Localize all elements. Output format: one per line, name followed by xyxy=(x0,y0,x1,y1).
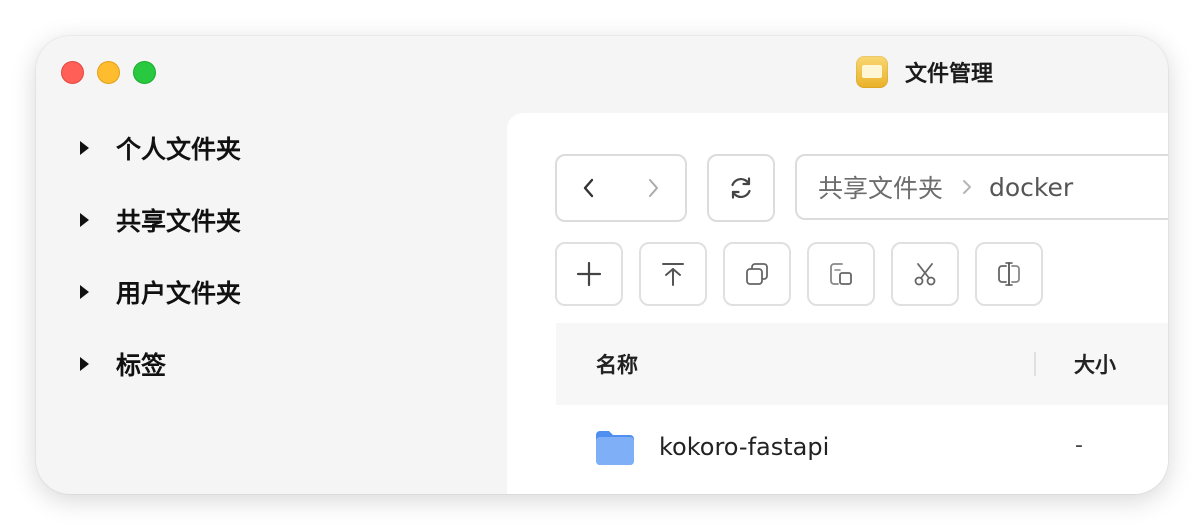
sidebar-item-label: 标签 xyxy=(116,351,167,380)
file-manager-app-icon xyxy=(856,56,888,88)
plus-icon xyxy=(576,261,602,287)
close-window-button[interactable] xyxy=(61,61,84,84)
minimize-window-button[interactable] xyxy=(97,61,120,84)
window-title: 文件管理 xyxy=(905,62,994,87)
sidebar-item-tags[interactable]: 标签 xyxy=(36,328,506,400)
rename-button[interactable] xyxy=(975,242,1043,306)
back-icon xyxy=(583,178,594,198)
forward-button[interactable] xyxy=(621,156,685,220)
paste-icon xyxy=(830,263,852,285)
window-title-bar: 文件管理 xyxy=(856,56,993,88)
sidebar: 个人文件夹 共享文件夹 用户文件夹 标签 xyxy=(36,112,506,400)
folder-icon xyxy=(596,431,634,465)
copy-button[interactable] xyxy=(723,242,791,306)
window-controls xyxy=(61,61,169,84)
breadcrumb: 共享文件夹 docker xyxy=(795,154,1168,220)
breadcrumb-item-current[interactable]: docker xyxy=(989,173,1073,202)
history-nav-group xyxy=(555,154,687,222)
column-header-size[interactable]: 大小 xyxy=(1074,349,1116,379)
back-button[interactable] xyxy=(557,156,621,220)
maximize-window-button[interactable] xyxy=(133,61,156,84)
sidebar-item-label: 用户文件夹 xyxy=(116,279,242,308)
column-divider[interactable] xyxy=(1034,352,1036,376)
caret-right-icon[interactable] xyxy=(80,213,89,227)
file-size: - xyxy=(1075,433,1083,458)
file-name: kokoro-fastapi xyxy=(659,433,830,461)
chevron-right-icon xyxy=(961,177,973,197)
caret-right-icon[interactable] xyxy=(80,285,89,299)
breadcrumb-item-shared-folder[interactable]: 共享文件夹 xyxy=(818,169,943,205)
sidebar-item-label: 个人文件夹 xyxy=(116,135,242,164)
scissors-icon xyxy=(914,263,936,286)
forward-icon xyxy=(649,179,658,197)
new-button[interactable] xyxy=(555,242,623,306)
upload-icon xyxy=(662,263,684,286)
file-table-header: 名称 大小 xyxy=(556,323,1168,405)
column-header-name[interactable]: 名称 xyxy=(596,349,638,379)
sidebar-item-user-folder[interactable]: 用户文件夹 xyxy=(36,256,506,328)
paste-button[interactable] xyxy=(807,242,875,306)
caret-right-icon[interactable] xyxy=(80,141,89,155)
sidebar-item-shared-folder[interactable]: 共享文件夹 xyxy=(36,184,506,256)
sidebar-item-label: 共享文件夹 xyxy=(116,207,242,236)
cut-button[interactable] xyxy=(891,242,959,306)
rename-icon xyxy=(998,262,1020,286)
sidebar-item-personal-folder[interactable]: 个人文件夹 xyxy=(36,112,506,184)
upload-button[interactable] xyxy=(639,242,707,306)
caret-right-icon[interactable] xyxy=(80,357,89,371)
refresh-button[interactable] xyxy=(707,154,775,222)
refresh-icon xyxy=(731,177,751,199)
main-content-pane: 共享文件夹 docker 名称 大小 kokoro-fastapi - xyxy=(507,113,1168,494)
copy-icon xyxy=(746,263,768,285)
table-row[interactable]: kokoro-fastapi - xyxy=(556,413,1168,483)
app-window: 文件管理 个人文件夹 共享文件夹 用户文件夹 标签 共享文件夹 docker 名… xyxy=(36,36,1168,494)
